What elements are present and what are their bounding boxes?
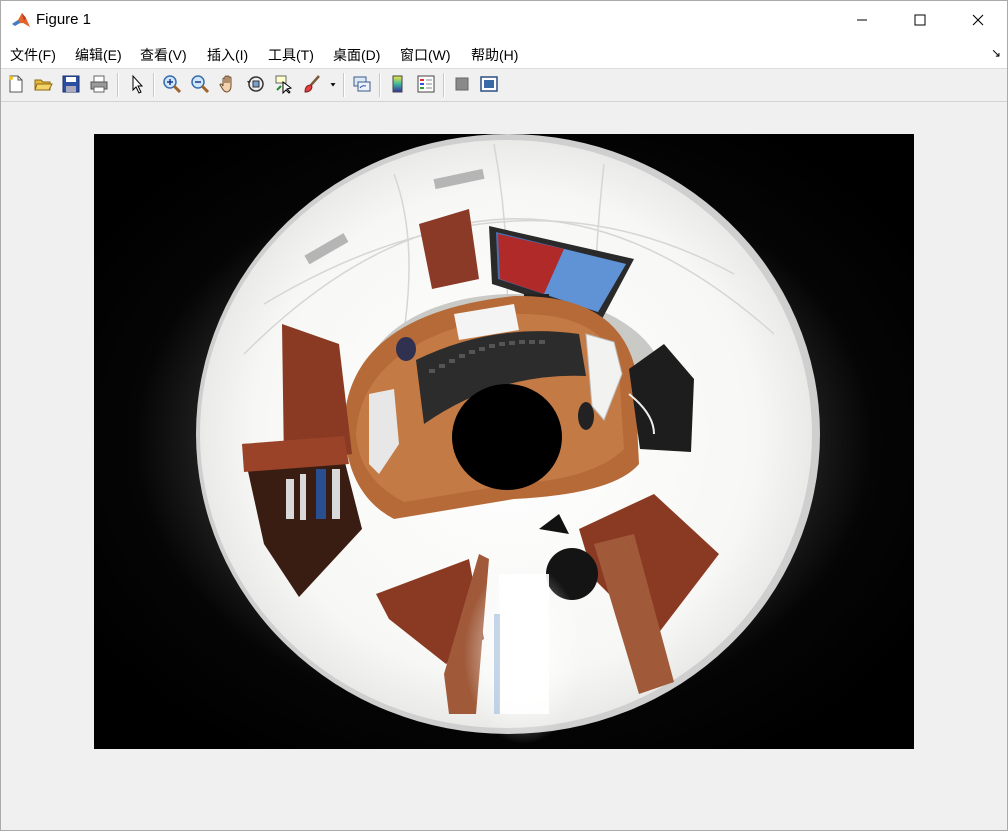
window-title: Figure 1 bbox=[36, 11, 92, 28]
matlab-logo-icon bbox=[11, 10, 31, 30]
data-cursor-button[interactable] bbox=[273, 73, 295, 95]
new-figure-icon bbox=[9, 75, 23, 93]
toolbar-separator bbox=[153, 73, 155, 97]
rotate-3d-button[interactable] bbox=[245, 73, 267, 95]
brush-button[interactable] bbox=[301, 73, 323, 95]
dock-arrow-icon[interactable]: ↘ bbox=[991, 46, 1001, 60]
print-icon bbox=[90, 75, 108, 93]
figure-window: Figure 1 文件(F) 编辑(E) 查看(V) 插入(I) 工具(T) 桌… bbox=[0, 0, 1008, 831]
close-icon bbox=[972, 14, 984, 26]
save-icon bbox=[62, 75, 80, 93]
insert-legend-icon bbox=[417, 75, 435, 93]
zoom-out-button[interactable] bbox=[189, 73, 211, 95]
close-button[interactable] bbox=[949, 1, 1007, 39]
figure-axes-image bbox=[94, 134, 914, 749]
figure-toolbar bbox=[1, 69, 1007, 102]
open-file-icon bbox=[34, 79, 53, 91]
toolbar-separator bbox=[117, 73, 119, 97]
menu-window[interactable]: 窗口(W) bbox=[400, 45, 451, 65]
show-plot-tools-icon bbox=[480, 76, 498, 92]
open-file-button[interactable] bbox=[32, 73, 54, 95]
edit-plot-arrow-icon bbox=[132, 74, 144, 94]
insert-colorbar-button[interactable] bbox=[387, 73, 409, 95]
zoom-in-button[interactable] bbox=[161, 73, 183, 95]
link-plot-icon bbox=[353, 76, 371, 92]
menu-bar: 文件(F) 编辑(E) 查看(V) 插入(I) 工具(T) 桌面(D) 窗口(W… bbox=[1, 39, 1007, 69]
new-figure-button[interactable] bbox=[5, 73, 27, 95]
toolbar-separator bbox=[443, 73, 445, 97]
hide-plot-tools-button[interactable] bbox=[451, 73, 473, 95]
brush-icon bbox=[304, 75, 320, 93]
edit-plot-button[interactable] bbox=[126, 73, 148, 95]
zoom-out-icon bbox=[191, 75, 210, 94]
data-cursor-icon bbox=[275, 75, 293, 94]
toolbar-separator bbox=[343, 73, 345, 97]
zoom-in-icon bbox=[163, 75, 182, 94]
link-plot-button[interactable] bbox=[351, 73, 373, 95]
chevron-down-icon bbox=[330, 83, 336, 87]
show-plot-tools-button[interactable] bbox=[478, 73, 500, 95]
pan-button[interactable] bbox=[217, 73, 239, 95]
save-button[interactable] bbox=[60, 73, 82, 95]
insert-legend-button[interactable] bbox=[415, 73, 437, 95]
minimize-icon bbox=[857, 19, 867, 21]
pan-hand-icon bbox=[219, 75, 232, 93]
toolbar-separator bbox=[379, 73, 381, 97]
menu-view[interactable]: 查看(V) bbox=[140, 45, 187, 65]
rotate-3d-icon bbox=[247, 76, 264, 92]
fisheye-photo bbox=[94, 134, 914, 749]
brush-dropdown[interactable] bbox=[327, 73, 339, 95]
title-bar: Figure 1 bbox=[1, 1, 1007, 39]
maximize-button[interactable] bbox=[891, 1, 949, 39]
hide-plot-tools-icon bbox=[455, 77, 469, 91]
menu-help[interactable]: 帮助(H) bbox=[471, 45, 518, 65]
menu-tools[interactable]: 工具(T) bbox=[268, 45, 314, 65]
menu-file[interactable]: 文件(F) bbox=[10, 45, 56, 65]
minimize-button[interactable] bbox=[833, 1, 891, 39]
menu-edit[interactable]: 编辑(E) bbox=[75, 45, 122, 65]
maximize-icon bbox=[914, 14, 926, 26]
menu-insert[interactable]: 插入(I) bbox=[207, 45, 248, 65]
print-button[interactable] bbox=[88, 73, 110, 95]
menu-desktop[interactable]: 桌面(D) bbox=[333, 45, 380, 65]
insert-colorbar-icon bbox=[392, 75, 403, 93]
